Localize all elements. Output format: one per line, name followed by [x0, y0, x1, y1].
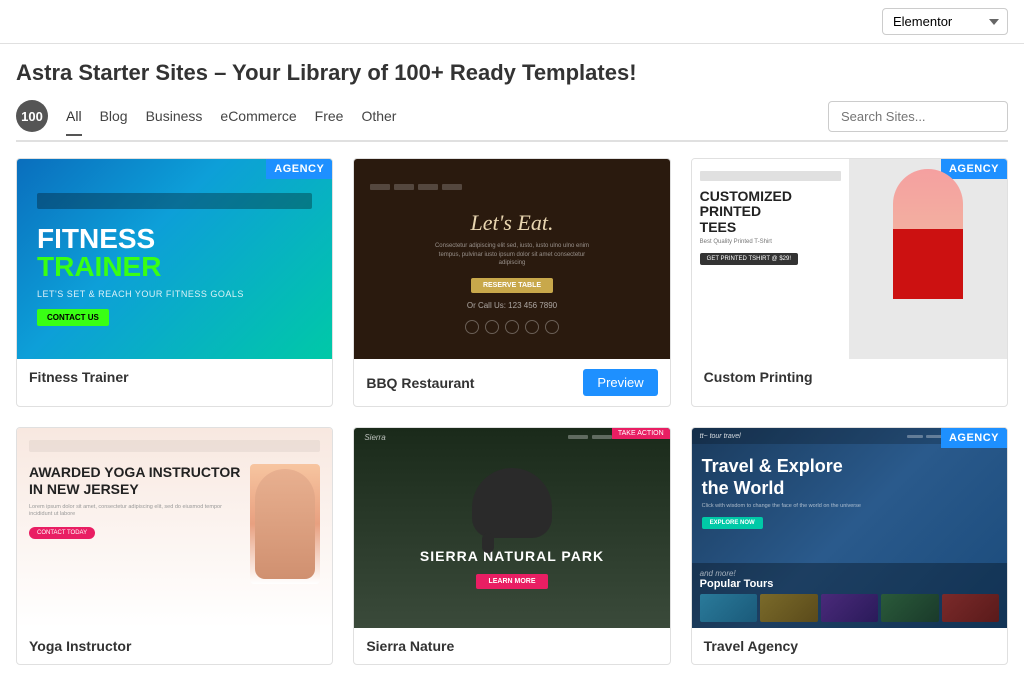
filter-bar: 100 All Blog Business eCommerce Free Oth… [16, 100, 1008, 142]
card-title-travel: Travel Agency [704, 638, 798, 654]
card-bbq: Let's Eat. Consectetur adipiscing elit s… [353, 158, 670, 407]
card-footer-travel: Travel Agency [692, 628, 1007, 664]
filter-tabs: All Blog Business eCommerce Free Other [66, 106, 396, 126]
card-thumb-bbq[interactable]: Let's Eat. Consectetur adipiscing elit s… [354, 159, 669, 359]
tab-ecommerce[interactable]: eCommerce [220, 106, 296, 126]
top-bar: Elementor Gutenberg Beaver Builder [0, 0, 1024, 44]
card-sierra: Sierra TAKE ACTION SIERRA NATURAL PARK L… [353, 427, 670, 665]
card-travel: AGENCY tt~ tour travel Travel & Exploret… [691, 427, 1008, 665]
template-grid: AGENCY FITNESS TRAINER LET'S SET & REACH… [0, 158, 1024, 685]
tab-other[interactable]: Other [361, 106, 396, 126]
card-fitness-trainer: AGENCY FITNESS TRAINER LET'S SET & REACH… [16, 158, 333, 407]
tab-business[interactable]: Business [146, 106, 203, 126]
tab-free[interactable]: Free [315, 106, 344, 126]
card-title-yoga: Yoga Instructor [29, 638, 131, 654]
card-title-fitness: Fitness Trainer [29, 369, 129, 385]
count-badge: 100 [16, 100, 48, 132]
search-input[interactable] [828, 101, 1008, 132]
card-footer-bbq: BBQ Restaurant Preview [354, 359, 669, 406]
card-thumb-printing[interactable]: AGENCY CUSTOMIZEDPRINTEDTEES Best Qualit… [692, 159, 1007, 359]
main-header: Astra Starter Sites – Your Library of 10… [0, 44, 1024, 142]
page-title: Astra Starter Sites – Your Library of 10… [16, 60, 1008, 86]
card-custom-printing: AGENCY CUSTOMIZEDPRINTEDTEES Best Qualit… [691, 158, 1008, 407]
card-thumb-yoga[interactable]: AWARDED YOGA INSTRUCTOR IN NEW JERSEY Lo… [17, 428, 332, 628]
card-thumb-travel[interactable]: AGENCY tt~ tour travel Travel & Exploret… [692, 428, 1007, 628]
card-thumb-fitness[interactable]: AGENCY FITNESS TRAINER LET'S SET & REACH… [17, 159, 332, 359]
card-footer-yoga: Yoga Instructor [17, 628, 332, 664]
filter-left: 100 All Blog Business eCommerce Free Oth… [16, 100, 396, 132]
card-thumb-sierra[interactable]: Sierra TAKE ACTION SIERRA NATURAL PARK L… [354, 428, 669, 628]
card-footer-sierra: Sierra Nature [354, 628, 669, 664]
preview-button-bbq[interactable]: Preview [583, 369, 657, 396]
card-title-sierra: Sierra Nature [366, 638, 454, 654]
card-title-bbq: BBQ Restaurant [366, 375, 474, 391]
tab-blog[interactable]: Blog [100, 106, 128, 126]
card-footer-fitness: Fitness Trainer [17, 359, 332, 395]
card-footer-printing: Custom Printing [692, 359, 1007, 395]
tab-all[interactable]: All [66, 106, 82, 126]
card-title-printing: Custom Printing [704, 369, 813, 385]
card-yoga: AWARDED YOGA INSTRUCTOR IN NEW JERSEY Lo… [16, 427, 333, 665]
builder-select[interactable]: Elementor Gutenberg Beaver Builder [882, 8, 1008, 35]
